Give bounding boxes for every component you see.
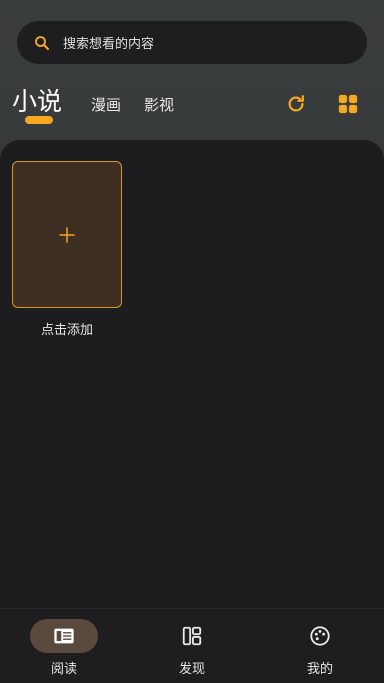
search-placeholder: 搜索想看的内容	[63, 37, 155, 52]
plus-icon	[59, 227, 75, 242]
search-bar[interactable]: 搜索想看的内容	[17, 21, 367, 64]
search-icon	[35, 35, 50, 50]
grid-icon[interactable]	[337, 93, 359, 115]
bottom-nav: 阅读 发现 我的	[0, 608, 384, 683]
tab-comic[interactable]: 漫画	[91, 94, 121, 115]
add-book-button[interactable]	[12, 161, 122, 308]
nav-label-discover: 发现	[178, 662, 205, 677]
layout-icon	[182, 626, 202, 646]
category-tabs: 小说 漫画 影视	[0, 78, 384, 128]
refresh-icon[interactable]	[285, 93, 307, 115]
nav-item-mine[interactable]: 我的	[256, 609, 384, 683]
add-book-label: 点击添加	[40, 323, 93, 338]
tab-video[interactable]: 影视	[144, 94, 174, 115]
nav-item-discover[interactable]: 发现	[128, 609, 256, 683]
palette-icon	[310, 626, 330, 646]
nav-label-read: 阅读	[50, 662, 77, 677]
tab-novel[interactable]: 小说	[12, 82, 62, 118]
bookshelf-panel: 点击添加	[0, 140, 384, 608]
tab-indicator	[25, 116, 53, 124]
book-icon	[54, 628, 74, 644]
nav-item-read[interactable]: 阅读	[0, 609, 128, 683]
nav-label-mine: 我的	[306, 662, 333, 677]
